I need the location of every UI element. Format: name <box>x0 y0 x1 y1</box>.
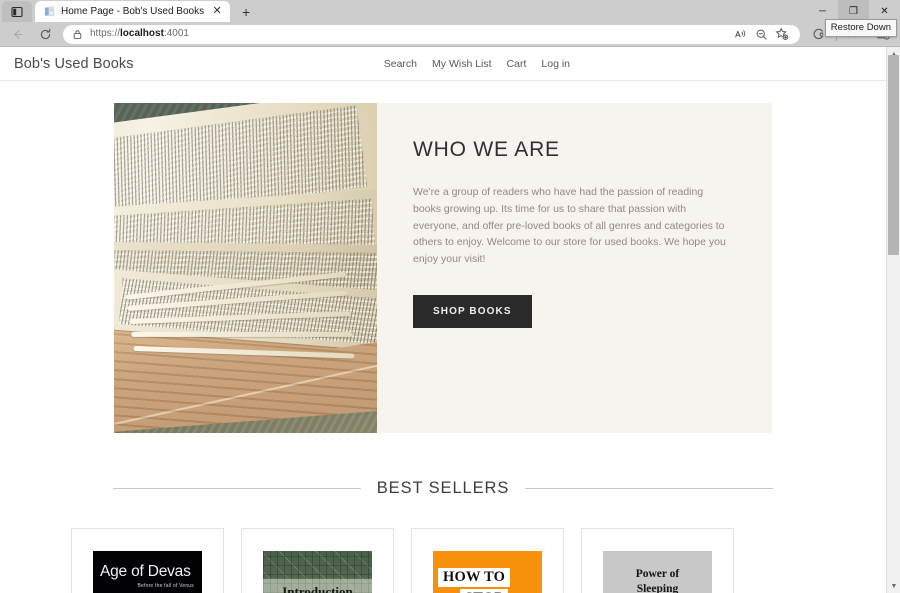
read-aloud-icon[interactable] <box>730 25 750 43</box>
book-cover-title-line2: STOP <box>460 589 509 593</box>
url-text: https://localhost:4001 <box>90 28 189 40</box>
hero-description: We're a group of readers who have had th… <box>413 186 726 266</box>
best-sellers-list: Age of Devas Before the fall of Venus In… <box>71 528 815 593</box>
tab-strip: Home Page - Bob's Used Books ✕ + ─ ❐ ✕ R… <box>0 0 900 37</box>
book-cover-power-of-sleeping: Power of Sleeping <box>603 551 712 593</box>
vertical-tabs-icon[interactable] <box>2 1 32 22</box>
close-icon[interactable]: ✕ <box>210 5 224 19</box>
book-cover-subtitle: Before the fall of Venus <box>137 583 194 589</box>
nav-link-search[interactable]: Search <box>384 58 417 70</box>
url-host: localhost <box>120 28 164 39</box>
scroll-down-icon[interactable]: ▼ <box>887 579 900 593</box>
back-arrow-icon[interactable] <box>4 23 30 45</box>
browser-toolbar: https://localhost:4001 <box>0 22 900 46</box>
book-cover-title-line1: HOW TO <box>438 568 511 587</box>
scrollbar-thumb[interactable] <box>888 55 899 255</box>
url-port: :4001 <box>163 28 189 39</box>
page-scrollbar[interactable]: ▲ ▼ <box>886 47 900 593</box>
hero-body: WHO WE ARE We're a group of readers who … <box>377 103 772 433</box>
book-card[interactable]: Introduction to <box>241 528 394 593</box>
nav-link-cart[interactable]: Cart <box>507 58 527 70</box>
book-favicon <box>43 6 55 18</box>
book-cover-age-of-devas: Age of Devas Before the fall of Venus <box>93 551 202 593</box>
omnibox-actions <box>730 25 792 43</box>
book-cover-title-line1: Power of <box>635 568 680 580</box>
zoom-out-icon[interactable] <box>751 25 771 43</box>
page-viewport: Bob's Used Books Search My Wish List Car… <box>0 46 900 593</box>
refresh-icon[interactable] <box>32 23 58 45</box>
tab-title: Home Page - Bob's Used Books <box>61 5 205 17</box>
web-page: Bob's Used Books Search My Wish List Car… <box>0 47 886 593</box>
shop-books-button[interactable]: SHOP BOOKS <box>413 294 532 328</box>
url-scheme: https:// <box>90 28 121 39</box>
divider-left <box>113 488 361 489</box>
add-favorite-icon[interactable] <box>772 25 792 43</box>
browser-tab[interactable]: Home Page - Bob's Used Books ✕ <box>35 1 231 22</box>
book-cover-title: Age of Devas <box>100 563 191 580</box>
browser-window: Home Page - Bob's Used Books ✕ + ─ ❐ ✕ R… <box>0 0 900 593</box>
best-sellers-heading: BEST SELLERS <box>113 479 774 498</box>
book-card[interactable]: Age of Devas Before the fall of Venus <box>71 528 224 593</box>
hero-section: WHO WE ARE We're a group of readers who … <box>114 103 772 433</box>
new-tab-button[interactable]: + <box>234 2 258 22</box>
book-cover-how-to-stop: HOW TO STOP <box>433 551 542 593</box>
nav-link-my-wish-list[interactable]: My Wish List <box>432 58 492 70</box>
site-header: Bob's Used Books Search My Wish List Car… <box>0 47 886 81</box>
section-title: BEST SELLERS <box>376 479 510 497</box>
restore-down-tooltip: Restore Down <box>824 19 897 37</box>
address-bar[interactable]: https://localhost:4001 <box>63 24 800 44</box>
hero-title: WHO WE ARE <box>413 138 560 161</box>
book-cover-title-line2: Sleeping <box>636 583 679 593</box>
book-card[interactable]: Power of Sleeping <box>581 528 734 593</box>
book-cover-title-line1: Introduction <box>282 584 353 593</box>
lock-icon[interactable] <box>71 25 83 43</box>
nav-link-log-in[interactable]: Log in <box>541 58 570 70</box>
book-card[interactable]: HOW TO STOP <box>411 528 564 593</box>
book-cover-introduction-to: Introduction to <box>263 551 372 593</box>
site-brand[interactable]: Bob's Used Books <box>14 56 134 72</box>
divider-right <box>525 488 774 489</box>
site-nav: Search My Wish List Cart Log in <box>384 58 870 70</box>
open-book-photo <box>114 103 377 433</box>
